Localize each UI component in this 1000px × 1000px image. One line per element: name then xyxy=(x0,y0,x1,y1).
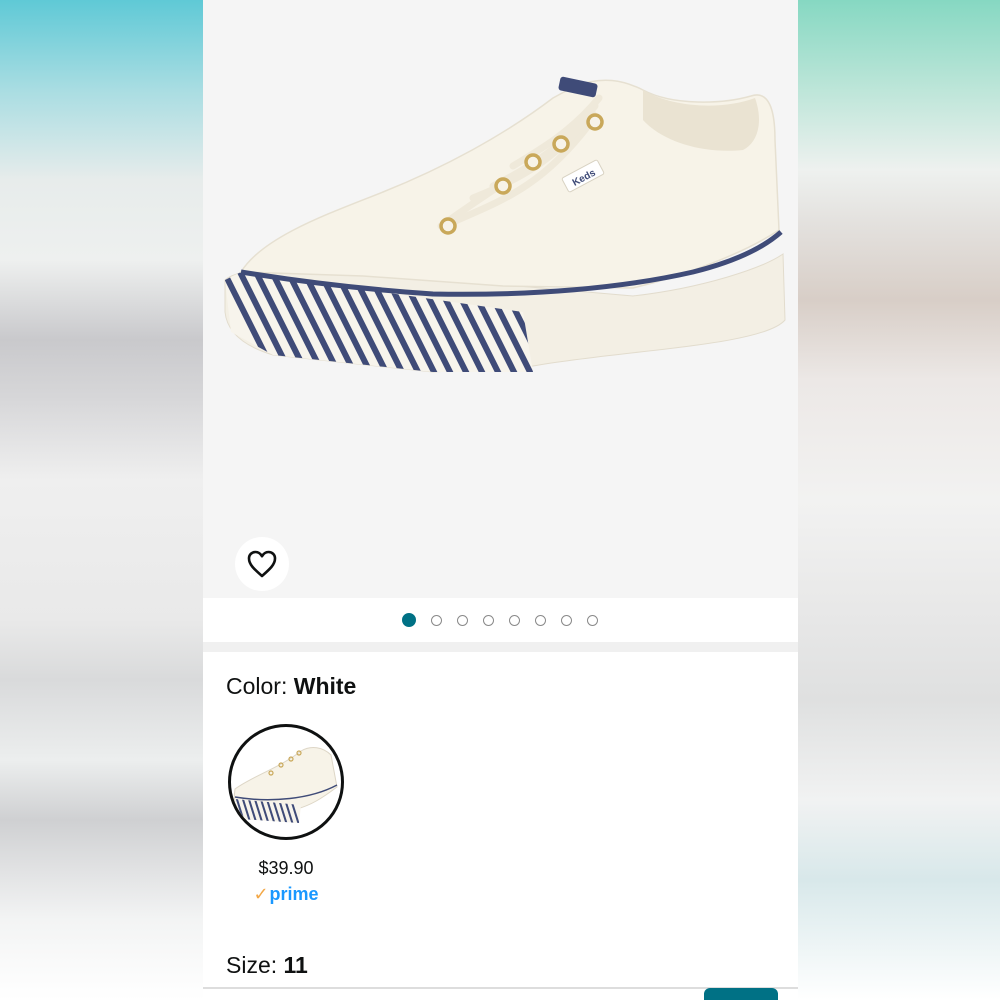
swatch-thumbnail-sneaker xyxy=(233,747,338,823)
product-image-gallery[interactable]: Keds xyxy=(203,0,798,598)
size-selection-label: Size: 11 xyxy=(226,952,308,979)
size-option-button[interactable] xyxy=(704,988,778,1000)
prime-label: prime xyxy=(269,884,319,904)
image-carousel-indicators xyxy=(203,598,798,642)
carousel-dot[interactable] xyxy=(483,614,494,626)
variant-price: $39.90 xyxy=(258,858,314,878)
product-panel: Keds Color: White $39.90 ✓prime Size: 11 xyxy=(203,0,798,1000)
background-blur-right xyxy=(798,0,1000,1000)
wishlist-button[interactable] xyxy=(235,537,289,591)
color-value: White xyxy=(293,673,357,699)
carousel-dot[interactable] xyxy=(402,613,416,627)
background-blur-left xyxy=(0,0,203,1000)
carousel-dot[interactable] xyxy=(535,614,546,626)
prime-badge: ✓prime xyxy=(203,884,369,905)
carousel-dot[interactable] xyxy=(457,614,468,626)
size-value: 11 xyxy=(283,952,308,978)
heart-icon xyxy=(247,550,277,578)
color-selection-label: Color: White xyxy=(226,673,356,700)
size-label: Size: xyxy=(226,952,278,978)
color-swatch-white[interactable] xyxy=(228,724,344,840)
carousel-dot[interactable] xyxy=(431,614,442,626)
prime-check-icon: ✓ xyxy=(253,884,269,904)
carousel-dot[interactable] xyxy=(561,614,572,626)
carousel-dot[interactable] xyxy=(509,614,520,626)
color-label: Color: xyxy=(226,673,288,699)
carousel-dot[interactable] xyxy=(587,614,598,626)
product-image-sneaker: Keds xyxy=(224,76,786,373)
section-divider xyxy=(203,642,798,652)
